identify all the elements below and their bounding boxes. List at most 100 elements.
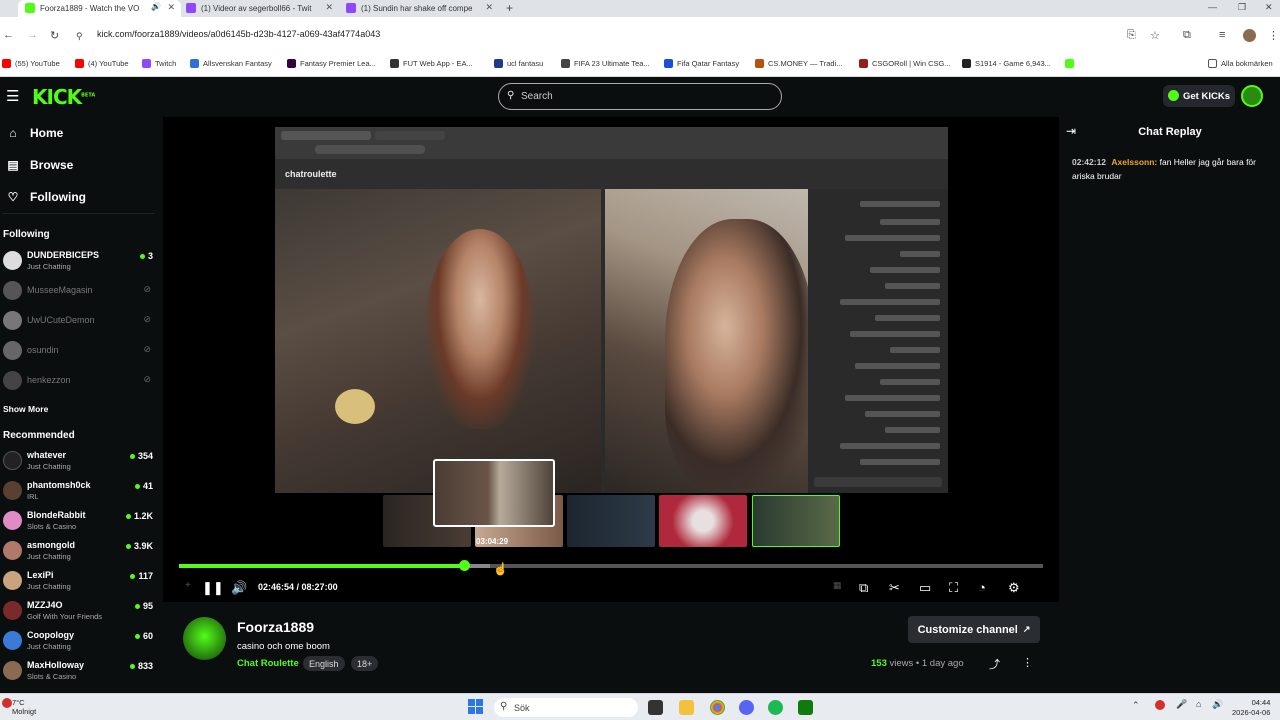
close-icon[interactable]: ✕ <box>167 2 175 13</box>
sidebar-channel[interactable]: BlondeRabbit Slots & Casino 1.2K <box>3 508 155 534</box>
reading-list-icon[interactable]: ≡ <box>1219 29 1225 41</box>
reload-icon[interactable]: ↻ <box>50 29 59 42</box>
pause-icon[interactable]: ❚❚ <box>202 580 224 596</box>
sidebar-channel[interactable]: asmongold Just Chatting 3.9K <box>3 538 155 564</box>
bookmark-item[interactable]: (55) YouTube <box>2 59 60 68</box>
menu-icon[interactable]: ⋮ <box>1268 29 1279 42</box>
task-view-icon[interactable] <box>648 700 663 715</box>
channel-name: henkezzon <box>27 375 71 385</box>
bookmark-item[interactable]: Fifa Qatar Fantasy <box>664 59 739 68</box>
bookmark-item[interactable]: CS.MONEY — Tradi... <box>755 59 842 68</box>
playback-speed-icon[interactable]: ◔ <box>978 580 986 595</box>
picture-in-picture-icon[interactable]: ⧉ <box>859 580 868 596</box>
video-player[interactable]: chatroulette 03:04:29 ☝ + ❚❚ 🔊 02:46:54 … <box>163 117 1059 602</box>
user-avatar[interactable] <box>1241 85 1263 107</box>
translate-icon[interactable]: ⎘ <box>1127 29 1136 42</box>
bookmark-star-icon[interactable]: ☆ <box>1150 29 1160 42</box>
minimize-icon[interactable]: — <box>1208 2 1217 12</box>
get-kicks-button[interactable]: Get KICKs <box>1163 85 1235 107</box>
bookmark-item[interactable]: S1914 - Game 6,943... <box>962 59 1051 68</box>
file-explorer-icon[interactable] <box>679 700 694 715</box>
network-icon[interactable]: ⌂ <box>1196 699 1201 709</box>
logo-text: KICK <box>32 85 82 109</box>
chat-username[interactable]: Axelssonn: <box>1111 157 1157 167</box>
bookmark-item[interactable]: ucl fantasu <box>494 59 543 68</box>
sidebar-channel[interactable]: Coopology Just Chatting 60 <box>3 628 155 654</box>
sidebar-channel[interactable]: MZZJ4O Golf With Your Friends 95 <box>3 598 155 624</box>
bookmark-item[interactable]: Twitch <box>142 59 176 68</box>
security-icon[interactable] <box>1155 700 1165 710</box>
browser-tab-3[interactable]: (1) Sundin har shake off compe ✕ <box>339 0 499 17</box>
spotify-icon[interactable] <box>768 700 783 715</box>
share-icon[interactable]: ⤴ <box>989 656 1000 672</box>
close-icon[interactable]: ✕ <box>485 2 493 13</box>
new-tab-icon[interactable]: + <box>506 1 513 15</box>
nav-following[interactable]: ♡ Following <box>6 190 86 204</box>
more-options-icon[interactable]: ⋮ <box>1022 656 1033 669</box>
chrome-icon[interactable] <box>710 700 725 715</box>
timeline-thumbnail[interactable] <box>659 495 747 547</box>
all-bookmarks-folder[interactable]: Alla bokmärken <box>1208 59 1273 68</box>
search-input[interactable]: ⚲ Search <box>498 83 782 110</box>
sidebar-channel[interactable]: UwUCuteDemon ⊘ <box>3 308 155 334</box>
hamburger-menu-icon[interactable]: ☰ <box>6 87 19 105</box>
show-more-link[interactable]: Show More <box>3 404 48 414</box>
progress-bar[interactable] <box>179 560 1043 571</box>
back-icon[interactable]: ← <box>3 29 14 41</box>
bookmark-item[interactable]: FIFA 23 Ultimate Tea... <box>561 59 650 68</box>
windows-start-icon[interactable] <box>468 699 484 715</box>
close-icon[interactable]: ✕ <box>325 2 333 13</box>
theater-mode-icon[interactable]: ▭ <box>919 580 931 596</box>
discord-icon[interactable] <box>739 700 754 715</box>
bookmark-item[interactable] <box>1065 59 1078 68</box>
channel-name-heading[interactable]: Foorza1889 <box>237 619 314 635</box>
weather-widget[interactable]: 7°C Molnigt <box>12 698 36 716</box>
sidebar-channel[interactable]: whatever Just Chatting 354 <box>3 448 155 474</box>
taskbar-clock[interactable]: 04:44 2026-04-06 <box>1232 698 1270 718</box>
sidebar-channel[interactable]: henkezzon ⊘ <box>3 368 155 394</box>
sidebar-channel[interactable]: osundin ⊘ <box>3 338 155 364</box>
speaker-icon[interactable]: 🔊 <box>1212 699 1223 710</box>
add-icon[interactable]: + <box>185 580 191 591</box>
window-close-icon[interactable]: ✕ <box>1265 2 1273 13</box>
timeline-thumbnail[interactable] <box>567 495 655 547</box>
bookmark-item[interactable]: CSGORoll | Win CSG... <box>859 59 951 68</box>
forward-icon[interactable]: → <box>27 29 38 41</box>
timeline-thumbnail[interactable] <box>752 495 840 547</box>
grid-icon[interactable]: ▦ <box>833 580 842 591</box>
app-icon[interactable] <box>798 700 813 715</box>
chevron-up-icon[interactable]: ⌃ <box>1132 700 1140 711</box>
tag-badge[interactable]: 18+ <box>351 656 379 671</box>
bookmark-item[interactable]: (4) YouTube <box>75 59 129 68</box>
sidebar-channel[interactable]: LexiPi Just Chatting 117 <box>3 568 155 594</box>
url-field[interactable]: kick.com/foorza1889/videos/a0d6145b-d23b… <box>97 29 380 39</box>
nav-browse[interactable]: ▤ Browse <box>6 158 73 172</box>
channel-avatar[interactable] <box>183 617 226 660</box>
volume-icon[interactable]: 🔊 <box>231 580 247 596</box>
progress-handle[interactable] <box>459 560 471 571</box>
customize-channel-button[interactable]: Customize channel ↗ <box>908 616 1040 643</box>
browser-tab-2[interactable]: (1) Videor av segerboll66 - Twit ✕ <box>179 0 339 17</box>
maximize-icon[interactable]: ❐ <box>1238 2 1246 13</box>
taskbar-search[interactable]: ⚲ Sök <box>494 698 638 717</box>
extensions-icon[interactable]: ⧉ <box>1183 29 1191 42</box>
sidebar-channel[interactable]: phantomsh0ck IRL 41 <box>3 478 155 504</box>
site-info-icon[interactable]: ⚲ <box>76 31 83 42</box>
tag-badge[interactable]: English <box>303 656 345 671</box>
category-link[interactable]: Chat Roulette <box>237 658 299 669</box>
fullscreen-icon[interactable]: ⛶ <box>949 580 958 596</box>
bookmark-item[interactable]: Fantasy Premier Lea... <box>287 59 376 68</box>
microphone-icon[interactable]: 🎤 <box>1176 699 1187 710</box>
kick-logo[interactable]: KICKBETA <box>32 85 95 109</box>
profile-avatar[interactable] <box>1243 29 1256 42</box>
sidebar-channel[interactable]: MusseeMagasin ⊘ <box>3 278 155 304</box>
speaker-icon[interactable]: 🔊 <box>151 2 161 11</box>
sidebar-channel[interactable]: DUNDERBICEPS Just Chatting 3 <box>3 248 155 274</box>
sidebar-channel[interactable]: MaxHolloway Slots & Casino 833 <box>3 658 155 684</box>
bookmark-item[interactable]: FUT Web App - EA... <box>390 59 473 68</box>
browser-tab-1[interactable]: Foorza1889 - Watch the VO 🔊 ✕ <box>18 0 181 17</box>
clip-icon[interactable]: ✂ <box>889 580 900 596</box>
bookmark-item[interactable]: Allsvenskan Fantasy <box>190 59 272 68</box>
settings-gear-icon[interactable]: ⚙ <box>1008 580 1020 596</box>
nav-home[interactable]: ⌂ Home <box>6 126 63 140</box>
